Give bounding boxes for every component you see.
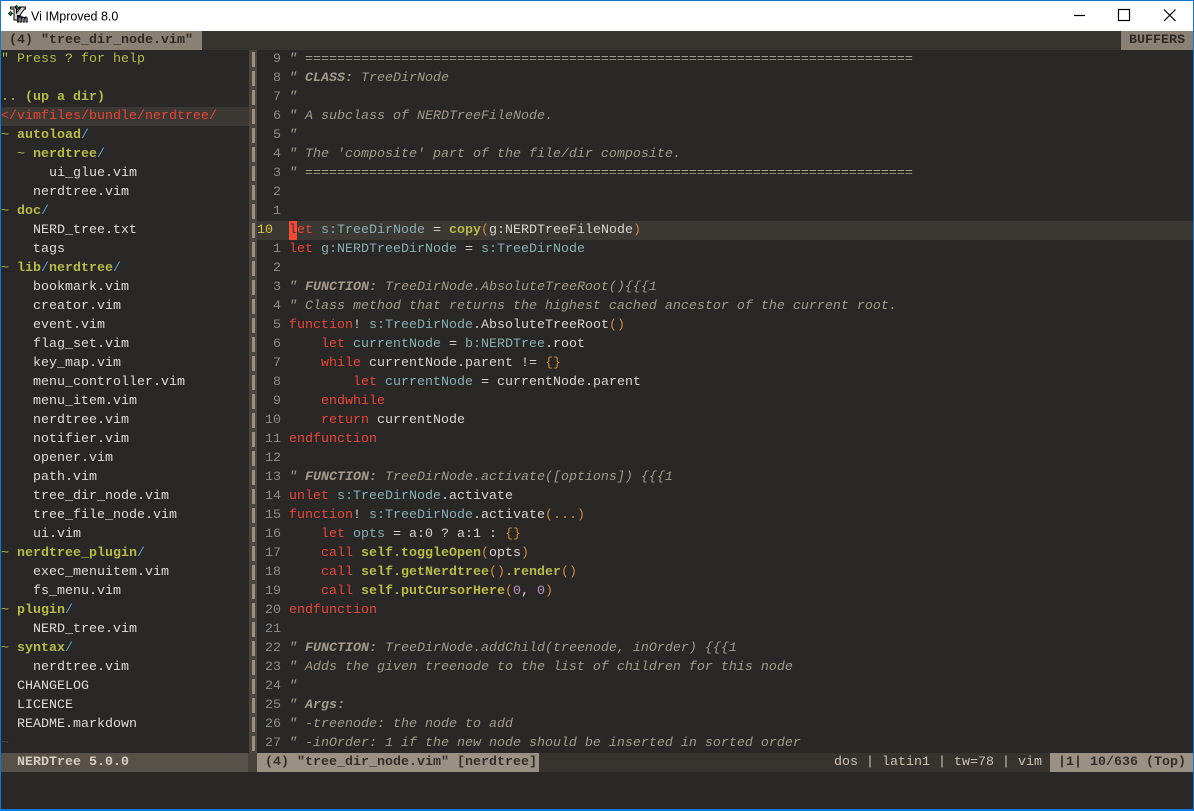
svg-text:Vi IMproved 8.0: Vi IMproved 8.0 bbox=[31, 10, 118, 24]
svg-text:im: im bbox=[17, 14, 28, 25]
